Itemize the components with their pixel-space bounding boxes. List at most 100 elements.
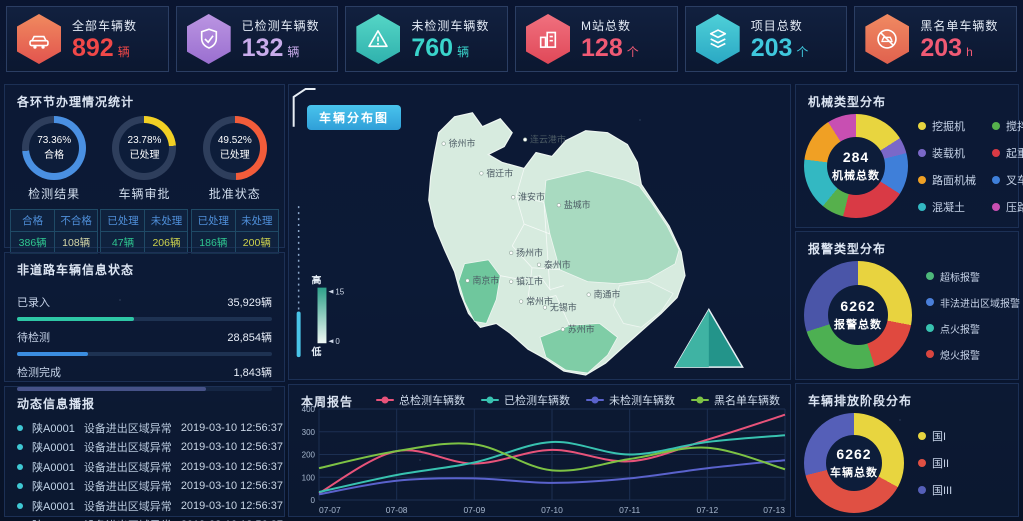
legend-item[interactable]: 国I — [918, 428, 952, 444]
legend-item[interactable]: 熄火报警 — [926, 347, 1020, 362]
city-marker[interactable] — [509, 251, 513, 255]
legend-marker — [481, 399, 499, 401]
alarm-donut-chart[interactable]: 6262报警总数 — [804, 261, 912, 369]
progress-track[interactable] — [17, 352, 272, 356]
svg-text:07-13: 07-13 — [763, 505, 785, 515]
city-marker[interactable] — [557, 203, 561, 207]
legend-item[interactable]: 搅拌站 — [992, 118, 1023, 134]
news-message: 设备进出区域异常 — [84, 439, 172, 455]
legend-item[interactable]: 超标报警 — [926, 269, 1020, 284]
progress-value: 28,854辆 — [227, 329, 272, 345]
city-marker[interactable] — [523, 138, 527, 142]
news-panel: 动态信息播报 陕A0001设备进出区域异常2019-03-10 12:56:37… — [4, 386, 285, 517]
legend-item[interactable]: 装载机 — [918, 145, 976, 161]
city-marker[interactable] — [509, 280, 513, 284]
bullet-icon — [17, 425, 23, 431]
stat-card-2: 已检测车辆数132辆 — [176, 6, 339, 72]
city-label: 无锡市 — [550, 301, 577, 312]
no-car-icon — [865, 14, 909, 64]
city-marker[interactable] — [561, 328, 565, 332]
legend-dot-icon — [926, 350, 934, 358]
city-label: 泰州市 — [544, 259, 571, 270]
gauge-percent: 49.52% — [218, 135, 252, 146]
city-marker[interactable] — [466, 279, 470, 283]
city-marker[interactable] — [543, 306, 547, 310]
city-marker[interactable] — [480, 172, 484, 176]
legend-item[interactable]: 混凝土 — [918, 199, 976, 215]
legend-label: 压路机 — [1006, 199, 1023, 215]
progress-fill — [17, 352, 88, 356]
news-row[interactable]: 陕A0001设备进出区域异常2019-03-10 12:56:37 — [17, 418, 272, 438]
emission-stage-panel: 车辆排放阶段分布 6262车辆总数 国I 国II 国III — [795, 383, 1019, 517]
legend-item[interactable]: 非法进出区域报警 — [926, 295, 1020, 310]
news-row[interactable]: 陕A0001设备进出区域异常2019-03-10 12:56:37 — [17, 477, 272, 497]
city-marker[interactable] — [442, 142, 446, 146]
city-marker[interactable] — [519, 300, 523, 304]
legend-dot-icon — [926, 324, 934, 332]
shield-check-icon — [187, 14, 231, 64]
legend-item[interactable]: 黑名单车辆数 — [691, 392, 780, 408]
scroll-accent-decoration[interactable] — [297, 311, 301, 357]
gauge-label: 车辆审批 — [118, 185, 170, 202]
gauge-批准状态: 49.52%已处理批准状态已处理未处理186辆200辆 — [191, 116, 279, 254]
panel-title: 车辆排放阶段分布 — [796, 384, 1018, 413]
svg-text:0: 0 — [335, 337, 340, 346]
donut-center: 6262报警总数 — [828, 285, 888, 345]
progress-label: 检测完成 — [17, 364, 61, 380]
city-label: 宿迁市 — [486, 167, 513, 178]
donut-total-label: 报警总数 — [834, 316, 882, 332]
legend-dot-icon — [926, 298, 934, 306]
city-marker[interactable] — [511, 195, 515, 199]
legend-dot-icon — [992, 149, 1000, 157]
news-message: 设备进出区域异常 — [84, 498, 172, 514]
donut-center: 6262车辆总数 — [826, 435, 882, 491]
news-message: 设备进出区域异常 — [84, 459, 172, 475]
gauge-车辆审批: 23.78%已处理车辆审批已处理未处理47辆206辆 — [100, 116, 188, 254]
news-row[interactable]: 陕A0001设备进出区域异常2019-03-10 12:56:37 — [17, 516, 272, 521]
city-marker[interactable] — [587, 293, 591, 297]
legend-item[interactable]: 点火报警 — [926, 321, 1020, 336]
panel-title: 报警类型分布 — [796, 232, 1018, 261]
city-label: 南通市 — [594, 289, 621, 300]
news-timestamp: 2019-03-10 12:56:37 — [181, 480, 283, 492]
legend-item[interactable]: 路面机械 — [918, 172, 976, 188]
gauge-ring: 73.36%合格 — [22, 116, 86, 180]
progress-track[interactable] — [17, 317, 272, 321]
legend-item[interactable]: 压路机 — [992, 199, 1023, 215]
alarm-legend: 超标报警非法进出区域报警点火报警熄火报警 — [926, 269, 1020, 362]
legend-item[interactable]: 国III — [918, 482, 952, 498]
legend-label: 熄火报警 — [940, 347, 980, 362]
legend-label: 已检测车辆数 — [504, 392, 570, 408]
city-marker[interactable] — [537, 263, 541, 267]
news-row[interactable]: 陕A0001设备进出区域异常2019-03-10 12:56:37 — [17, 496, 272, 516]
stat-value: 386辆 — [11, 231, 54, 253]
legend-item[interactable]: 国II — [918, 455, 952, 471]
legend-label: 叉车 — [1006, 172, 1023, 188]
stat-key: 已处理 — [101, 210, 144, 231]
stat-key: 合格 — [11, 210, 54, 231]
province-shape[interactable]: 徐州市连云港市宿迁市淮安市盐城市扬州市泰州市南京市镇江市南通市常州市无锡市苏州市 — [429, 113, 685, 375]
machine-donut-chart[interactable]: 284机械总数 — [804, 114, 908, 218]
news-row[interactable]: 陕A0001设备进出区域异常2019-03-10 12:56:37 — [17, 438, 272, 458]
legend-item[interactable]: 总检测车辆数 — [376, 392, 465, 408]
chart-legend: 总检测车辆数 已检测车辆数未检测车辆数黑名单车辆数 — [376, 392, 780, 408]
svg-text:100: 100 — [302, 473, 316, 482]
legend-item[interactable]: 未检测车辆数 — [586, 392, 675, 408]
news-plate: 陕A0001 — [32, 517, 75, 521]
legend-item[interactable]: 挖掘机 — [918, 118, 976, 134]
legend-item[interactable]: 叉车 — [992, 172, 1023, 188]
legend-label: 总检测车辆数 — [399, 392, 465, 408]
news-timestamp: 2019-03-10 12:56:37 — [181, 461, 283, 473]
emission-donut-chart[interactable]: 6262车辆总数 — [804, 413, 904, 513]
map-title-badge[interactable]: 车辆分布图 — [307, 105, 401, 130]
stat-value: 206辆 — [144, 231, 187, 253]
news-timestamp: 2019-03-10 12:56:37 — [181, 500, 283, 512]
legend-item[interactable]: 起重机 — [992, 145, 1023, 161]
stat-card-value: 203h — [920, 36, 998, 61]
gauge-row: 73.36%合格检测结果合格不合格386辆108辆23.78%已处理车辆审批已处… — [5, 114, 284, 254]
news-row[interactable]: 陕A0001设备进出区域异常2019-03-10 12:56:37 — [17, 457, 272, 477]
gauge-label: 检测结果 — [28, 185, 80, 202]
city-label: 徐州市 — [449, 138, 476, 149]
legend-dot-icon — [992, 176, 1000, 184]
legend-item[interactable]: 已检测车辆数 — [481, 392, 570, 408]
